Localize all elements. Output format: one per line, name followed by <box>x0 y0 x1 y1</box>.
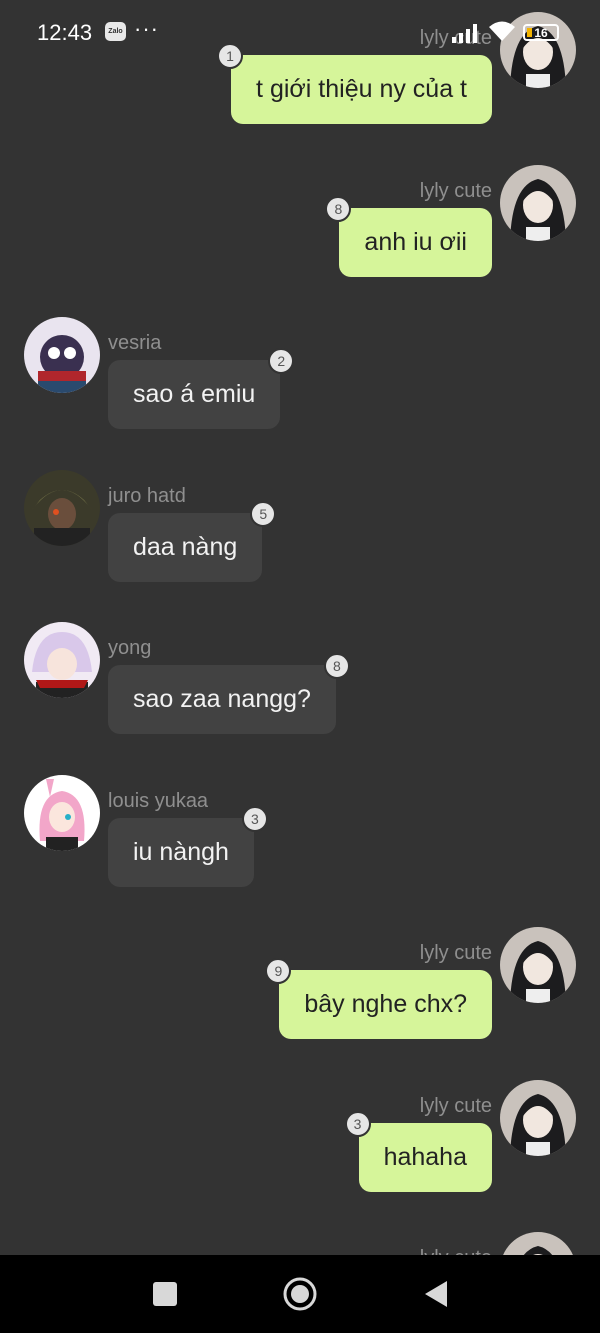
battery-level: 16 <box>534 25 548 40</box>
message-row: lyly cute anh iu ơii 8 <box>0 165 600 320</box>
avatar[interactable] <box>24 470 100 546</box>
reaction-count-badge[interactable]: 9 <box>265 958 292 984</box>
chat-list[interactable]: lyly cute t giới thiệu ny của t 1 lyly c… <box>0 0 600 1255</box>
avatar[interactable] <box>500 927 576 1003</box>
message-bubble[interactable]: anh iu ơii 8 <box>325 196 492 277</box>
message-text: iu nàngh <box>133 838 229 866</box>
signal-icon <box>452 24 477 43</box>
message-text: bây nghe chx? <box>304 990 467 1018</box>
recent-apps-button[interactable] <box>147 1276 183 1312</box>
message-text: anh iu ơii <box>364 228 467 256</box>
avatar[interactable] <box>500 1232 576 1255</box>
message-bubble[interactable]: t giới thiệu ny của t 1 <box>217 43 492 124</box>
avatar[interactable] <box>500 165 576 241</box>
message-text: hahaha <box>383 1143 467 1171</box>
message-text: daa nàng <box>133 533 238 561</box>
zalo-icon: Zalo <box>105 22 126 41</box>
reaction-count-badge[interactable]: 8 <box>325 196 352 222</box>
sender-name: juro hatd <box>108 485 186 507</box>
back-icon <box>425 1281 447 1307</box>
message-row: lyly cute bây nghe chx? 9 <box>0 927 600 1082</box>
reaction-count-badge[interactable]: 5 <box>250 501 277 527</box>
reaction-count-badge[interactable]: 2 <box>268 348 295 374</box>
sender-name: louis yukaa <box>108 790 209 812</box>
home-icon <box>283 1277 317 1311</box>
home-button[interactable] <box>282 1276 318 1312</box>
message-text: sao zaa nangg? <box>133 685 311 713</box>
sender-name: lyly cute <box>419 180 492 202</box>
sender-name: lyly cute <box>420 1247 492 1255</box>
message-row: lyly cute hahaha 3 <box>0 1080 600 1235</box>
message-bubble[interactable]: iu nàngh 3 <box>108 806 268 887</box>
message-bubble[interactable]: hahaha 3 <box>344 1111 492 1192</box>
sender-name: yong <box>108 637 152 659</box>
back-button[interactable] <box>418 1276 454 1312</box>
message-row: lyly cute <box>0 1232 600 1255</box>
sender-name: vesria <box>108 332 162 354</box>
navigation-bar <box>0 1255 600 1333</box>
more-notifications-icon: ··· <box>134 16 159 41</box>
clock: 12:43 <box>37 20 93 45</box>
message-text: t giới thiệu ny của t <box>256 75 467 103</box>
message-row: vesria sao á emiu 2 <box>0 317 600 472</box>
reaction-count-badge[interactable]: 3 <box>344 1111 371 1137</box>
message-row: yong sao zaa nangg? 8 <box>0 622 600 777</box>
reaction-count-badge[interactable]: 3 <box>241 806 268 832</box>
message-bubble[interactable]: daa nàng 5 <box>108 501 277 582</box>
message-row: louis yukaa iu nàngh 3 <box>0 775 600 930</box>
battery-icon: 16 <box>523 24 559 41</box>
message-bubble[interactable]: bây nghe chx? 9 <box>265 958 492 1039</box>
wifi-icon <box>489 21 515 41</box>
status-bar: 12:43 Zalo ··· 16 <box>0 0 600 60</box>
sender-name: lyly cute <box>419 1095 492 1117</box>
avatar[interactable] <box>24 622 100 698</box>
message-bubble[interactable]: sao á emiu 2 <box>108 348 295 429</box>
avatar[interactable] <box>24 317 100 393</box>
avatar[interactable] <box>24 775 100 851</box>
recent-apps-icon <box>153 1282 177 1306</box>
reaction-count-badge[interactable]: 8 <box>323 653 350 679</box>
sender-name: lyly cute <box>419 942 492 964</box>
message-bubble[interactable]: sao zaa nangg? 8 <box>108 653 350 734</box>
avatar[interactable] <box>500 1080 576 1156</box>
message-text: sao á emiu <box>133 380 256 408</box>
message-row: juro hatd daa nàng 5 <box>0 470 600 625</box>
